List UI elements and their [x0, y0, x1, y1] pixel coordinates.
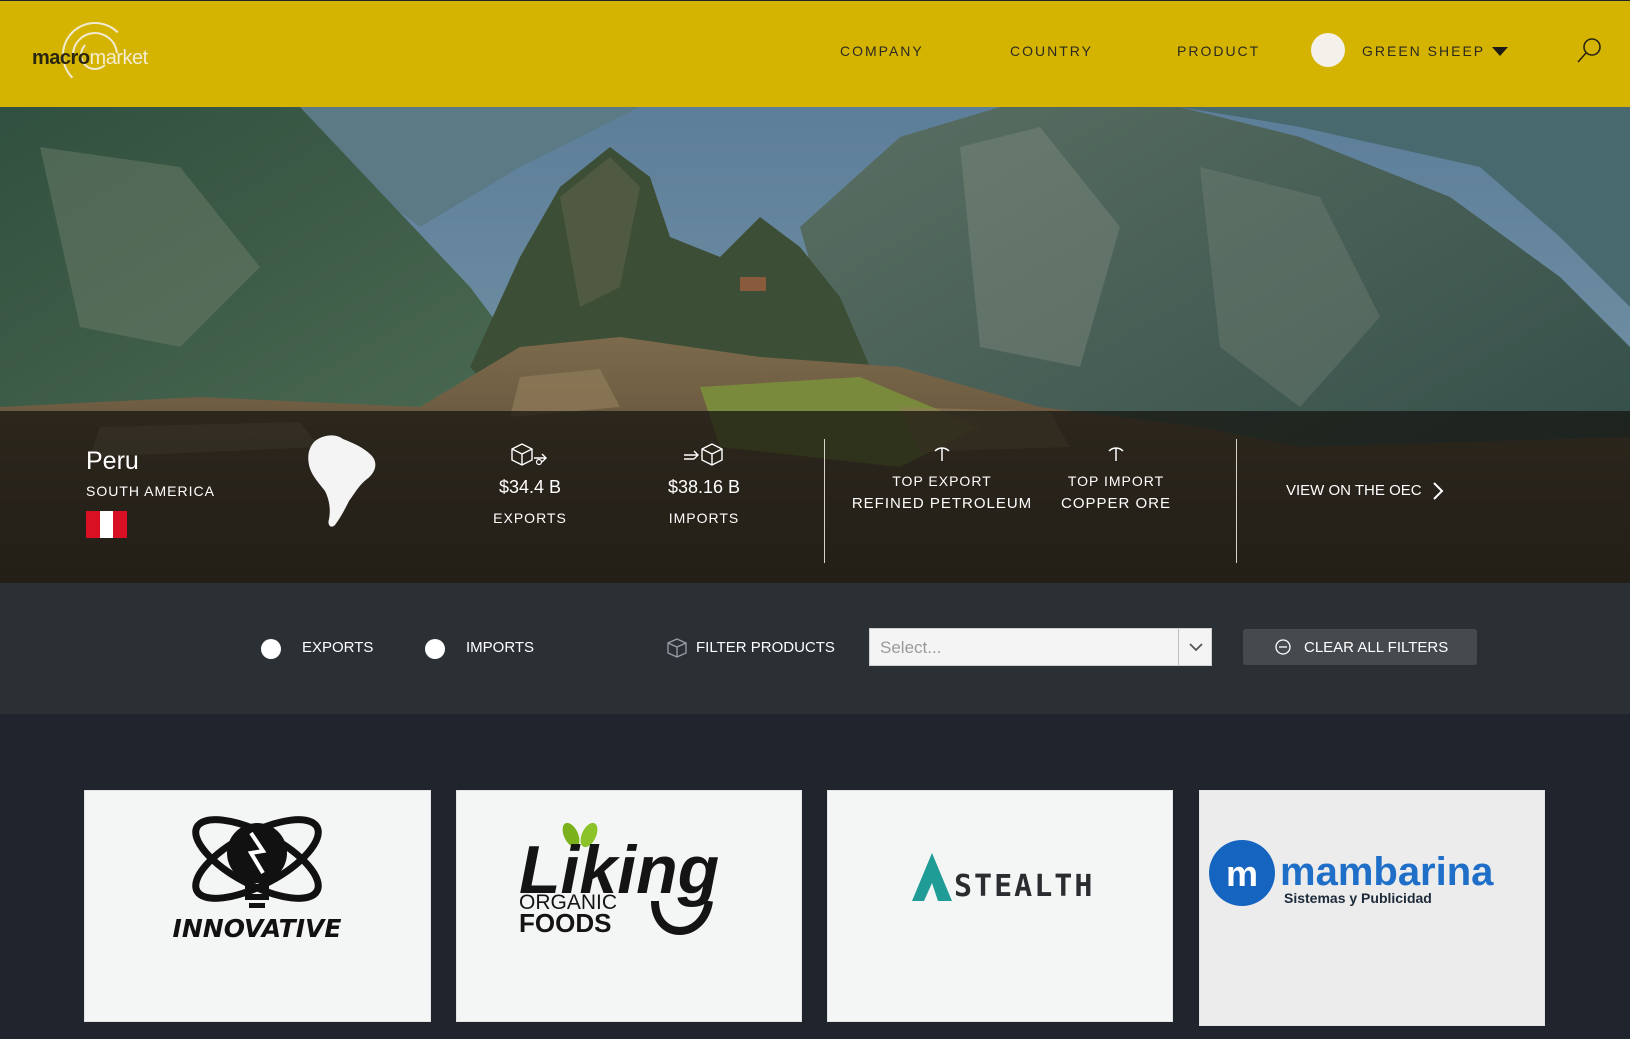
user-avatar[interactable]	[1311, 33, 1345, 67]
mambarina-logo: m mambarina Sistemas y Publicidad	[1209, 840, 1494, 906]
imports-value: $38.16 B	[667, 477, 741, 497]
country-name: Peru	[86, 447, 139, 475]
box-export-icon	[511, 443, 547, 466]
company-card-stealth[interactable]: STEALTH	[828, 791, 1172, 1021]
filter-bar: EXPORTS IMPORTS FILTER PRODUCTS Select..…	[0, 583, 1630, 714]
company-card-mambarina[interactable]: m mambarina Sistemas y Publicidad	[1200, 791, 1544, 1025]
minus-circle-icon	[1275, 639, 1291, 655]
filter-products-label: FILTER PRODUCTS	[696, 638, 835, 656]
company-card-liking-organic-foods[interactable]: Liking ORGANIC FOODS	[457, 791, 801, 1021]
filter-products: FILTER PRODUCTS	[666, 637, 835, 659]
pickaxe-icon	[1108, 447, 1124, 461]
top-export-label: TOP EXPORT	[892, 473, 992, 489]
nav-company-link[interactable]: COMPANY	[840, 43, 924, 59]
box-import-icon	[684, 443, 723, 466]
innovative-name: INNOVATIVE	[173, 914, 342, 943]
pickaxe-icon	[934, 447, 950, 461]
top-import-label: TOP IMPORT	[1067, 473, 1165, 489]
exports-radio-label[interactable]: EXPORTS	[302, 639, 373, 656]
search-icon[interactable]	[1575, 35, 1605, 65]
stats-divider	[1236, 439, 1237, 563]
exports-label: EXPORTS	[493, 510, 567, 526]
mambarina-mark-letter: m	[1226, 853, 1258, 894]
country-hero: Peru SOUTH AMERICA $34.4 B EXPORTS $38.1…	[0, 107, 1630, 583]
clear-all-filters-button[interactable]: CLEAR ALL FILTERS	[1243, 629, 1477, 665]
exports-radio[interactable]	[261, 639, 281, 659]
top-import: TOP IMPORT COPPER ORE	[1016, 445, 1216, 512]
stealth-logo: STEALTH	[912, 853, 1094, 904]
nav-product-link[interactable]: PRODUCT	[1177, 43, 1260, 59]
flag-stripe-right	[113, 511, 128, 538]
nav-country-link[interactable]: COUNTRY	[1010, 43, 1093, 59]
innovative-logo: INNOVATIVE	[173, 816, 342, 943]
top-export-value: REFINED PETROLEUM	[851, 495, 1033, 512]
chevron-down-icon[interactable]	[1187, 639, 1205, 655]
peru-flag-icon	[86, 511, 128, 538]
company-card-innovative[interactable]: INNOVATIVE	[85, 791, 430, 1021]
top-export: TOP EXPORT REFINED PETROLEUM	[842, 445, 1042, 512]
imports-stat: $38.16 B IMPORTS	[634, 441, 774, 526]
clear-all-filters-label: CLEAR ALL FILTERS	[1304, 639, 1449, 656]
flag-stripe-left	[86, 511, 100, 538]
imports-label: IMPORTS	[668, 510, 740, 526]
box-icon	[667, 638, 687, 658]
view-on-oec-label: VIEW ON THE OEC	[1286, 481, 1422, 499]
liking-sub-foods: FOODS	[519, 908, 611, 938]
company-cards-section: INNOVATIVE Liking ORGANIC FOODS STEALTH …	[0, 714, 1630, 1039]
stats-divider	[824, 439, 825, 563]
imports-radio[interactable]	[425, 639, 445, 659]
top-navigation-bar: macromarket COMPANY COUNTRY PRODUCT GREE…	[0, 0, 1630, 107]
mambarina-name: mambarina	[1280, 850, 1494, 894]
logo-word-light: market	[89, 47, 149, 69]
liking-organic-foods-logo: Liking ORGANIC FOODS	[519, 822, 719, 938]
user-name[interactable]: GREEN SHEEP	[1362, 43, 1485, 59]
country-stats-band: Peru SOUTH AMERICA $34.4 B EXPORTS $38.1…	[0, 411, 1630, 583]
view-on-oec-link[interactable]: VIEW ON THE OEC	[1286, 481, 1444, 501]
product-select[interactable]: Select...	[869, 628, 1212, 666]
caret-down-icon[interactable]	[1492, 47, 1508, 56]
exports-stat: $34.4 B EXPORTS	[460, 441, 600, 526]
logo-word-bold: macro	[32, 47, 90, 69]
logo-wordmark: macromarket	[32, 47, 148, 70]
macromarket-logo[interactable]: macromarket	[28, 21, 158, 88]
country-region: SOUTH AMERICA	[86, 483, 215, 499]
top-import-value: COPPER ORE	[1060, 495, 1172, 512]
imports-radio-label[interactable]: IMPORTS	[466, 639, 534, 656]
select-divider	[1178, 629, 1179, 665]
select-placeholder: Select...	[880, 638, 942, 657]
stealth-mark-icon	[912, 853, 952, 901]
exports-value: $34.4 B	[498, 477, 562, 497]
chevron-right-icon	[1432, 482, 1443, 500]
stealth-name: STEALTH	[954, 869, 1094, 904]
mambarina-tagline: Sistemas y Publicidad	[1284, 890, 1432, 906]
flag-stripe-middle	[99, 511, 114, 538]
south-america-map-icon	[308, 435, 376, 527]
